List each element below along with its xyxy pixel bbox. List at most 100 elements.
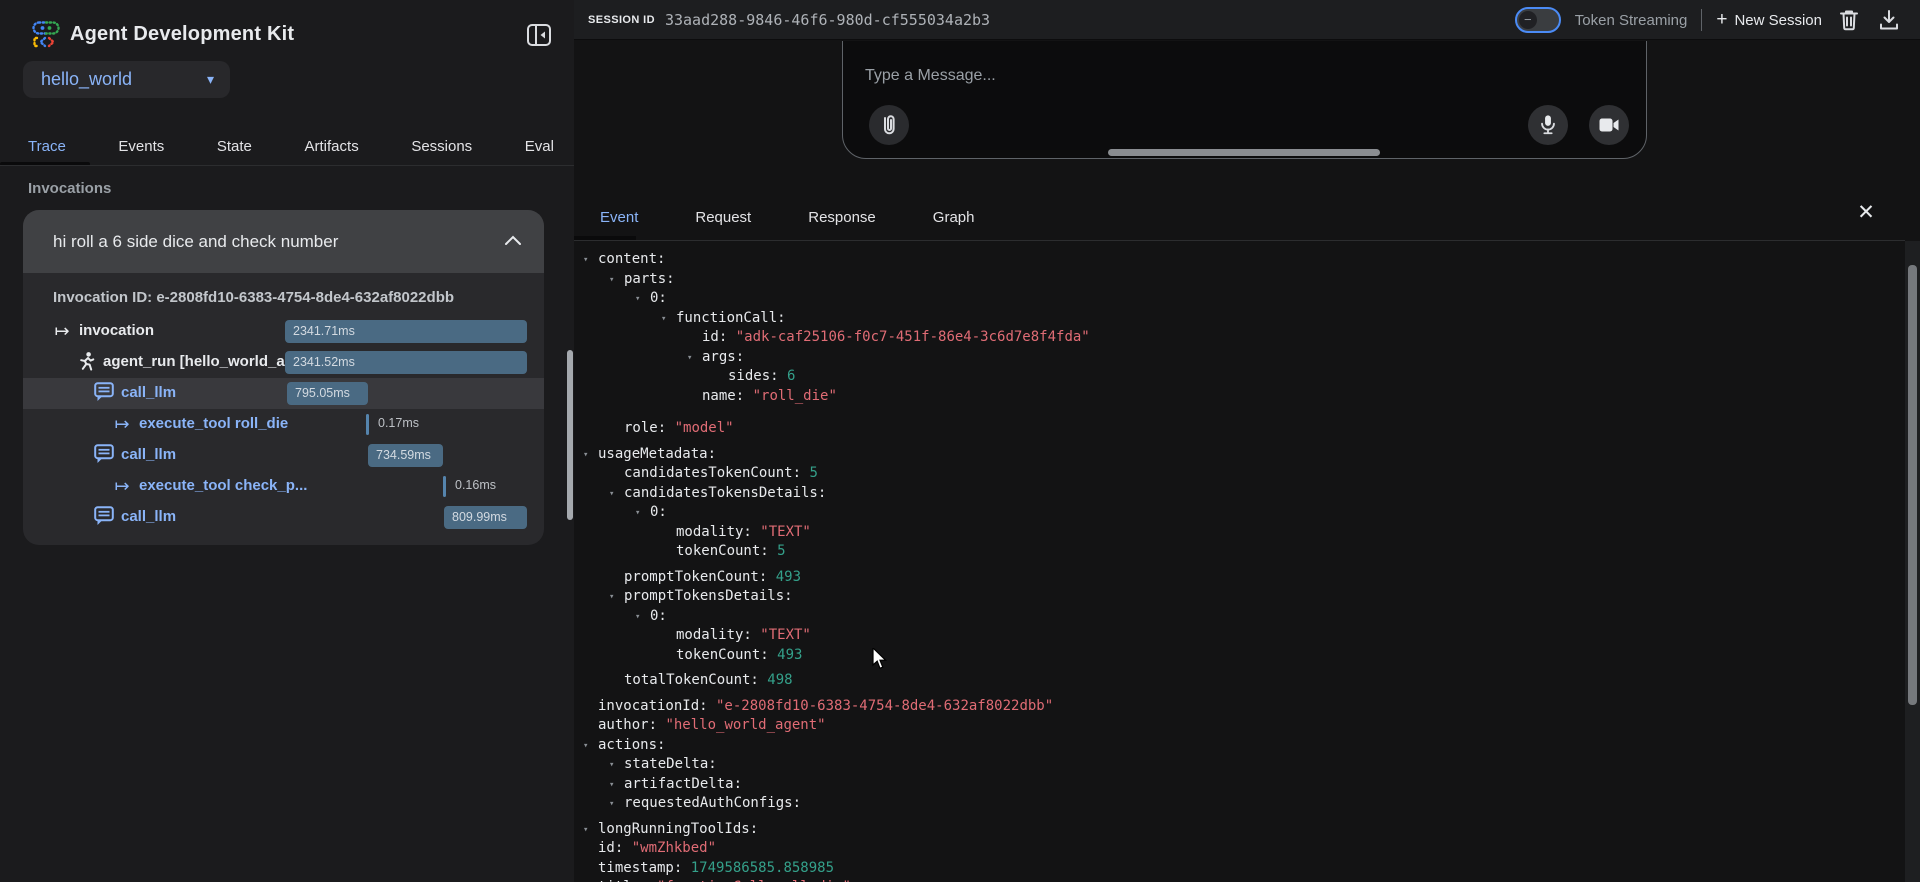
close-detail-panel-icon[interactable]: ✕ bbox=[1852, 198, 1880, 226]
trace-span-label: invocation bbox=[79, 322, 154, 339]
json-key: sides: bbox=[728, 368, 779, 384]
expand-triangle-icon[interactable]: ▾ bbox=[687, 349, 692, 369]
trace-row-call-llm[interactable]: call_llm809.99ms bbox=[23, 502, 544, 533]
json-line: timestamp: 1749586585.858985 bbox=[574, 859, 1904, 879]
chevron-up-icon[interactable] bbox=[504, 233, 522, 251]
trace-row-agent-run-hello-world-agent-[interactable]: agent_run [hello_world_agent]2341.52ms bbox=[23, 347, 544, 378]
session-topbar: SESSION ID 33aad288-9846-46f6-980d-cf555… bbox=[574, 0, 1920, 40]
new-session-button[interactable]: + New Session bbox=[1716, 9, 1822, 31]
json-key: usageMetadata: bbox=[598, 446, 716, 462]
tab-eval[interactable]: Eval bbox=[525, 138, 554, 155]
message-compose-box bbox=[842, 41, 1647, 159]
json-key: functionCall: bbox=[676, 310, 786, 326]
invocation-card-header[interactable]: hi roll a 6 side dice and check number bbox=[23, 210, 544, 273]
expand-triangle-icon[interactable]: ▾ bbox=[609, 756, 614, 776]
json-line: tokenCount: 493 bbox=[574, 646, 1904, 666]
duration-bar bbox=[443, 476, 446, 497]
json-line: role: "model" bbox=[574, 419, 1904, 439]
main-panel: SESSION ID 33aad288-9846-46f6-980d-cf555… bbox=[574, 0, 1920, 882]
tab-response[interactable]: Response bbox=[808, 209, 876, 226]
token-streaming-label: Token Streaming bbox=[1575, 12, 1688, 29]
json-value: "hello_world_agent" bbox=[657, 717, 826, 733]
sidebar-scrollbar[interactable] bbox=[567, 350, 573, 520]
tab-state[interactable]: State bbox=[217, 138, 252, 155]
trace-span-label: execute_tool check_p... bbox=[139, 477, 307, 494]
tab-event[interactable]: Event bbox=[600, 209, 638, 226]
duration-bar: 2341.52ms bbox=[285, 351, 527, 374]
duration-bar bbox=[366, 414, 369, 435]
expand-triangle-icon[interactable]: ▾ bbox=[635, 504, 640, 524]
tab-events[interactable]: Events bbox=[118, 138, 164, 155]
json-value: "TEXT" bbox=[752, 627, 811, 643]
delete-session-button[interactable] bbox=[1836, 7, 1862, 33]
trace-row-execute-tool-roll-die[interactable]: ↦execute_tool roll_die0.17ms bbox=[23, 409, 544, 440]
horizontal-scrollbar[interactable] bbox=[1108, 149, 1380, 156]
tab-sessions[interactable]: Sessions bbox=[411, 138, 472, 155]
chat-icon bbox=[93, 506, 115, 528]
tab-request[interactable]: Request bbox=[695, 209, 751, 226]
json-value: "model" bbox=[666, 420, 733, 436]
trace-rows: ↦ invocation 2341.71ms agent_run [hello_wor… bbox=[23, 312, 544, 545]
export-session-button[interactable] bbox=[1876, 7, 1902, 33]
json-key: artifactDelta: bbox=[624, 776, 742, 792]
agent-select-dropdown[interactable]: hello_world ▾ bbox=[23, 61, 230, 98]
microphone-button[interactable] bbox=[1528, 105, 1568, 145]
expand-triangle-icon[interactable]: ▾ bbox=[583, 446, 588, 466]
json-line: ▾ functionCall: bbox=[574, 309, 1904, 329]
expand-triangle-icon[interactable]: ▾ bbox=[609, 795, 614, 815]
json-key: tokenCount: bbox=[676, 543, 769, 559]
tab-artifacts[interactable]: Artifacts bbox=[305, 138, 359, 155]
json-key: longRunningToolIds: bbox=[598, 821, 758, 837]
expand-triangle-icon[interactable]: ▾ bbox=[583, 251, 588, 271]
json-line: ▾stateDelta: bbox=[574, 755, 1904, 775]
trace-row-call-llm[interactable]: call_llm795.05ms bbox=[23, 378, 544, 409]
json-value: 5 bbox=[801, 465, 818, 481]
json-key: args: bbox=[702, 349, 744, 365]
session-id-value: 33aad288-9846-46f6-980d-cf555034a2b3 bbox=[665, 11, 990, 29]
collapse-panel-icon[interactable] bbox=[524, 20, 554, 50]
expand-triangle-icon[interactable]: ▾ bbox=[635, 290, 640, 310]
duration-bar: 2341.71ms bbox=[285, 320, 527, 343]
json-key: id: bbox=[598, 840, 623, 856]
json-key: modality: bbox=[676, 627, 752, 643]
json-line: author: "hello_world_agent" bbox=[574, 716, 1904, 736]
message-input[interactable] bbox=[865, 67, 1465, 85]
trace-span-label: execute_tool roll_die bbox=[139, 415, 288, 432]
json-line: tokenCount: 5 bbox=[574, 542, 1904, 562]
expand-triangle-icon[interactable]: ▾ bbox=[583, 737, 588, 757]
expand-triangle-icon[interactable]: ▾ bbox=[635, 608, 640, 628]
json-line: totalTokenCount: 498 bbox=[574, 671, 1904, 691]
expand-triangle-icon[interactable]: ▾ bbox=[609, 776, 614, 796]
expand-triangle-icon[interactable]: ▾ bbox=[661, 310, 666, 330]
json-key: actions: bbox=[598, 737, 665, 753]
tab-graph[interactable]: Graph bbox=[933, 209, 975, 226]
expand-triangle-icon[interactable]: ▾ bbox=[583, 821, 588, 841]
json-key: role: bbox=[624, 420, 666, 436]
duration-bar: 734.59ms bbox=[368, 444, 443, 467]
vertical-scrollbar[interactable] bbox=[1908, 265, 1917, 705]
attach-file-button[interactable] bbox=[869, 105, 909, 145]
json-key: name: bbox=[702, 388, 744, 404]
token-streaming-toggle[interactable]: − bbox=[1515, 7, 1561, 33]
json-value: 498 bbox=[759, 672, 793, 688]
json-value: 493 bbox=[767, 569, 801, 585]
expand-triangle-icon[interactable]: ▾ bbox=[609, 271, 614, 291]
json-line: modality: "TEXT" bbox=[574, 626, 1904, 646]
tab-trace[interactable]: Trace bbox=[28, 138, 66, 155]
json-key: invocationId: bbox=[598, 698, 708, 714]
invocation-prompt: hi roll a 6 side dice and check number bbox=[53, 232, 504, 252]
trace-row-invocation[interactable]: ↦invocation2341.71ms bbox=[23, 316, 544, 347]
agent-run-icon bbox=[75, 351, 97, 373]
json-line: ▾ 0: bbox=[574, 289, 1904, 309]
maps-to-icon: ↦ bbox=[111, 413, 133, 435]
json-value: 1749586585.858985 bbox=[682, 860, 834, 876]
trace-row-execute-tool-check-p-[interactable]: ↦execute_tool check_p...0.16ms bbox=[23, 471, 544, 502]
json-key: 0: bbox=[650, 290, 667, 306]
video-camera-button[interactable] bbox=[1589, 105, 1629, 145]
expand-triangle-icon[interactable]: ▾ bbox=[609, 588, 614, 608]
expand-triangle-icon[interactable]: ▾ bbox=[609, 485, 614, 505]
json-line: promptTokenCount: 493 bbox=[574, 568, 1904, 588]
trace-row-call-llm[interactable]: call_llm734.59ms bbox=[23, 440, 544, 471]
toggle-knob-icon: − bbox=[1519, 11, 1537, 29]
chat-icon bbox=[93, 444, 115, 466]
